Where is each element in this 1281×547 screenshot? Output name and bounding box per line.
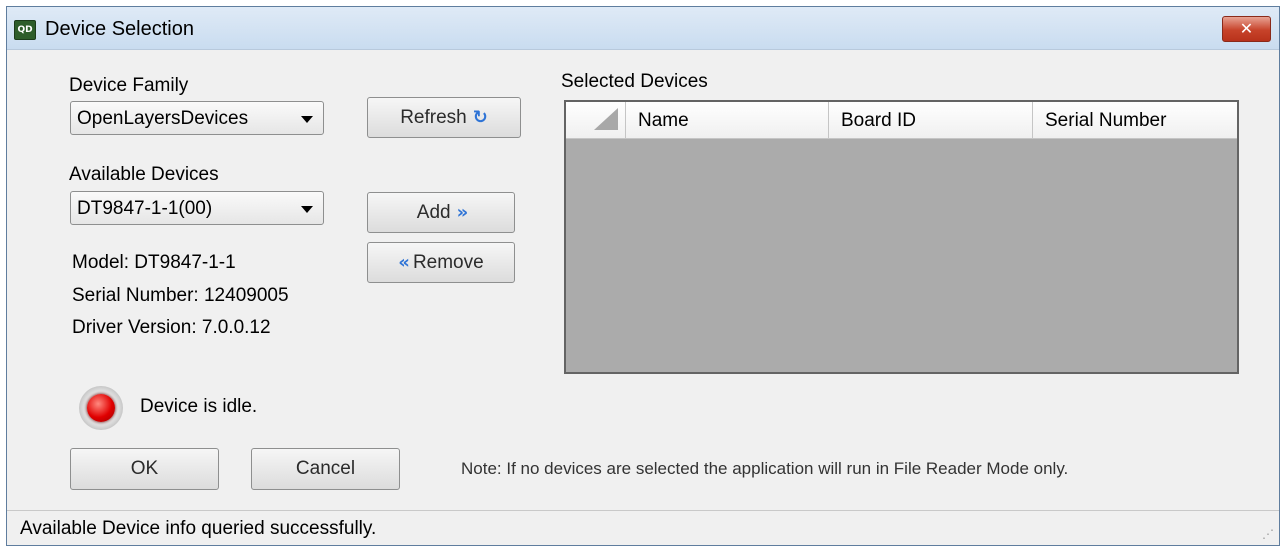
- grid-header: Name Board ID Serial Number: [566, 102, 1237, 139]
- chevron-down-icon: [301, 116, 313, 123]
- device-family-dropdown[interactable]: OpenLayersDevices: [70, 101, 324, 135]
- window-title: Device Selection: [45, 18, 194, 40]
- driver-version-info: Driver Version: 7.0.0.12: [72, 317, 271, 338]
- note-text: Note: If no devices are selected the app…: [461, 459, 1069, 478]
- refresh-icon: ↻: [472, 107, 488, 128]
- column-header-board-id[interactable]: Board ID: [829, 102, 1033, 138]
- corner-triangle-icon: [594, 108, 618, 130]
- remove-button-label: Remove: [412, 251, 484, 273]
- refresh-button-label: Refresh: [400, 106, 467, 128]
- available-devices-label: Available Devices: [69, 164, 219, 185]
- cancel-button[interactable]: Cancel: [251, 448, 400, 490]
- add-button[interactable]: Add »: [367, 192, 515, 233]
- resize-grip-icon[interactable]: ⋰: [1262, 527, 1274, 541]
- device-status-text: Device is idle.: [140, 396, 258, 417]
- column-header-name[interactable]: Name: [626, 102, 829, 138]
- model-info: Model: DT9847-1-1: [72, 252, 236, 273]
- select-all-corner[interactable]: [566, 102, 626, 138]
- refresh-button[interactable]: Refresh ↻: [367, 97, 521, 138]
- double-chevron-right-icon: »: [456, 202, 469, 223]
- double-chevron-left-icon: «: [398, 252, 410, 273]
- status-bar: Available Device info queried successful…: [7, 510, 1279, 545]
- device-family-value: OpenLayersDevices: [77, 108, 249, 129]
- status-bar-text: Available Device info queried successful…: [20, 518, 377, 539]
- selected-devices-label: Selected Devices: [561, 71, 708, 92]
- column-header-serial-number[interactable]: Serial Number: [1033, 102, 1237, 138]
- add-button-label: Add: [416, 201, 451, 223]
- remove-button[interactable]: « Remove: [367, 242, 515, 283]
- app-icon: QD: [14, 20, 36, 40]
- title-bar: QD Device Selection ✕: [7, 7, 1279, 50]
- selected-devices-grid[interactable]: Name Board ID Serial Number: [564, 100, 1239, 374]
- red-led-icon: [79, 386, 123, 430]
- chevron-down-icon: [301, 206, 313, 213]
- available-devices-value: DT9847-1-1(00): [77, 198, 213, 219]
- serial-number-info: Serial Number: 12409005: [72, 285, 289, 306]
- device-selection-window: QD Device Selection ✕ Device Family Open…: [6, 6, 1280, 546]
- device-family-label: Device Family: [69, 75, 189, 96]
- close-button[interactable]: ✕: [1222, 16, 1271, 42]
- ok-button[interactable]: OK: [70, 448, 219, 490]
- available-devices-dropdown[interactable]: DT9847-1-1(00): [70, 191, 324, 225]
